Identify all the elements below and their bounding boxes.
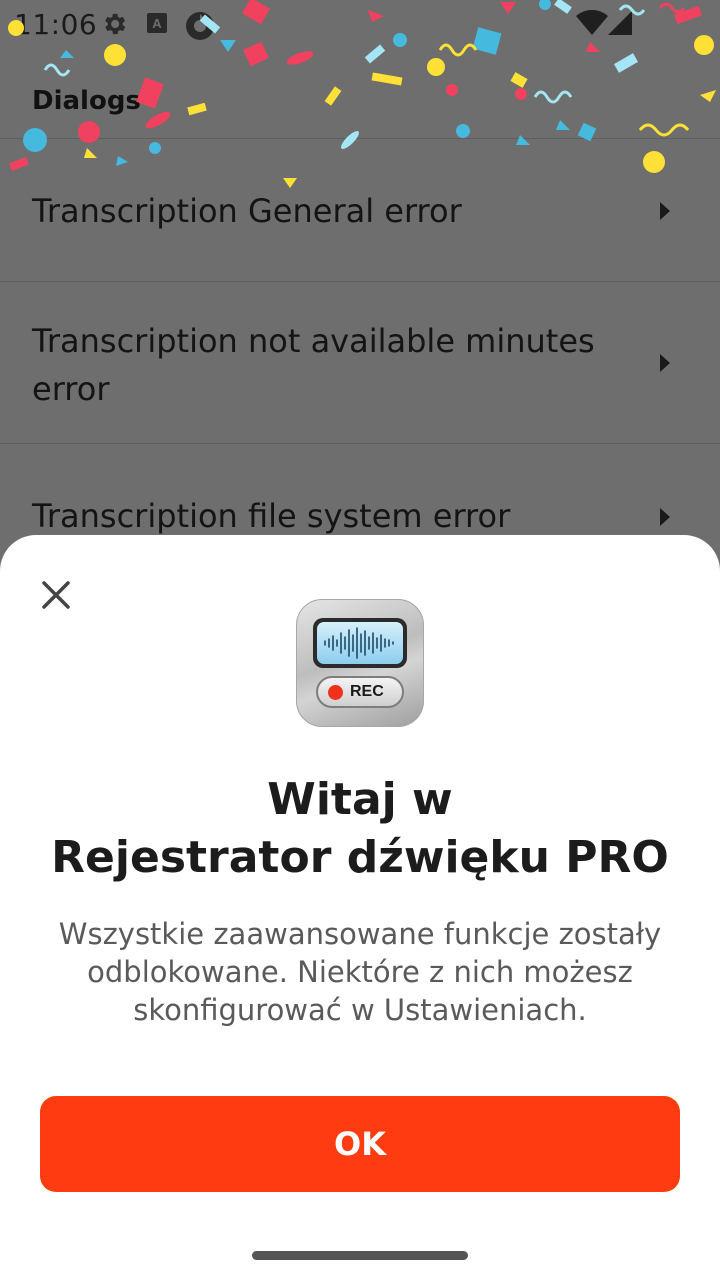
welcome-title-line1: Witaj w bbox=[267, 774, 453, 825]
status-bar: 11:06 A bbox=[0, 0, 720, 48]
record-dot-icon bbox=[328, 685, 343, 700]
list-item[interactable]: Transcription not available minutes erro… bbox=[0, 282, 720, 444]
sync-icon bbox=[186, 12, 214, 40]
section-header: Dialogs bbox=[32, 86, 141, 116]
close-button[interactable] bbox=[32, 571, 80, 619]
home-indicator[interactable] bbox=[252, 1251, 468, 1260]
status-time: 11:06 bbox=[14, 8, 98, 41]
voice-recorder-app-icon: REC bbox=[296, 599, 424, 727]
list-item-label: Transcription not available minutes erro… bbox=[32, 322, 595, 408]
rec-label: REC bbox=[350, 683, 384, 700]
welcome-title-line2: Rejestrator dźwięku PRO bbox=[51, 832, 669, 883]
list-item[interactable]: Transcription General error bbox=[0, 139, 720, 282]
chevron-right-icon bbox=[660, 508, 670, 526]
waveform-display bbox=[313, 618, 407, 668]
ok-button[interactable]: OK bbox=[40, 1096, 680, 1192]
wifi-icon bbox=[576, 10, 608, 35]
close-icon bbox=[42, 581, 70, 609]
welcome-description: Wszystkie zaawansowane funkcje zostały o… bbox=[58, 917, 662, 1027]
welcome-bottom-sheet: REC Witaj w Rejestrator dźwięku PRO Wszy… bbox=[0, 535, 720, 1280]
keyboard-a-icon: A bbox=[147, 13, 167, 33]
waveform-icon bbox=[324, 627, 394, 659]
chevron-right-icon bbox=[660, 354, 670, 372]
chevron-right-icon bbox=[660, 202, 670, 220]
signal-icon bbox=[608, 11, 632, 35]
list-item-label: Transcription General error bbox=[32, 192, 462, 230]
gear-icon bbox=[105, 13, 126, 35]
list-item-label: Transcription file system error bbox=[32, 497, 511, 535]
rec-badge: REC bbox=[316, 676, 404, 708]
svg-text:A: A bbox=[152, 16, 162, 31]
